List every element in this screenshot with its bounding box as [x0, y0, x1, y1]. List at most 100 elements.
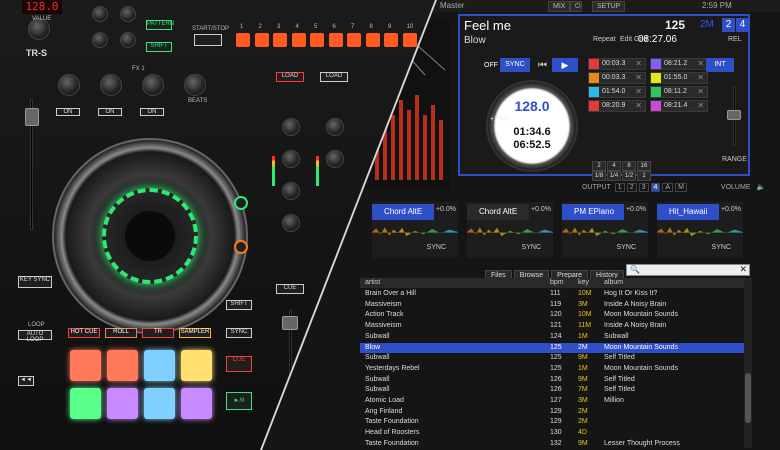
hot-cue-2[interactable]: 08:21.2 ✕ — [650, 58, 708, 70]
output-ch-2[interactable]: 2 — [626, 183, 637, 192]
performance-pad-7[interactable] — [144, 388, 175, 419]
hot-cue-6[interactable]: 08:11.2 ✕ — [650, 86, 708, 98]
tr-knob-3[interactable] — [92, 32, 108, 48]
virtual-platter[interactable]: 128.0 +2.4% 01:34.6 06:52.5 — [486, 80, 578, 172]
output-ch-a[interactable]: A — [662, 183, 674, 192]
cue-6-delete-icon[interactable]: ✕ — [697, 87, 704, 96]
scrollbar-thumb[interactable] — [745, 373, 751, 423]
mix-button[interactable]: MIX — [548, 1, 571, 12]
cue-4-delete-icon[interactable]: ✕ — [697, 73, 704, 82]
step-button-10[interactable] — [402, 33, 417, 47]
step-button-8[interactable] — [365, 33, 380, 47]
step-button-4[interactable] — [291, 33, 306, 47]
step-button-9[interactable] — [384, 33, 398, 47]
cue-button[interactable]: CUE — [226, 356, 252, 372]
table-row[interactable]: Subwall 126 7M Self Titled — [360, 385, 744, 395]
cue-3-delete-icon[interactable]: ✕ — [635, 73, 642, 82]
range-button[interactable]: RANGE — [722, 156, 747, 163]
output-ch-1[interactable]: 1 — [614, 183, 625, 192]
auto-loop-button[interactable]: AUTO LOOP — [18, 330, 52, 343]
fx-knob-1[interactable] — [58, 74, 80, 96]
performance-pad-4[interactable] — [181, 350, 212, 381]
power-icon[interactable]: ⏻ — [570, 1, 582, 12]
performance-pad-1[interactable] — [70, 350, 101, 381]
deck-3-button[interactable] — [234, 240, 248, 254]
fx-beats-knob[interactable] — [184, 74, 206, 96]
sampler-slot-4[interactable]: Hit_Hawaii +0.0% SYNC — [657, 202, 743, 258]
table-row[interactable]: Head of Roosters 130 4D — [360, 428, 744, 438]
table-row[interactable]: Yesterdays Rebel 125 1M Moon Mountain Sound… — [360, 364, 744, 374]
sampler-2-sync[interactable]: SYNC — [522, 244, 541, 251]
setup-button[interactable]: SETUP — [592, 1, 626, 12]
output-ch-4[interactable]: 4 — [650, 183, 661, 192]
hot-cue-4[interactable]: 01:55.0 ✕ — [650, 72, 708, 84]
fx-on-2[interactable]: ON — [98, 108, 122, 116]
sampler-slot-2[interactable]: Chord AltE +0.0% SYNC — [467, 202, 553, 258]
step-button-6[interactable] — [328, 33, 343, 47]
loop-1-2[interactable]: 1/2 — [622, 171, 636, 181]
table-row[interactable]: Massiveism 121 11M Inside A Noisy Brain — [360, 321, 744, 331]
col-artist[interactable]: artist — [365, 279, 380, 286]
mixer-knob-4[interactable] — [326, 150, 344, 168]
sampler-mode-button[interactable]: SAMPLER — [179, 328, 211, 338]
table-row[interactable]: Subwall 126 9M Self Titled — [360, 375, 744, 385]
table-row[interactable]: Action Track 120 10M Moon Mountain Sounds — [360, 310, 744, 320]
table-scrollbar[interactable] — [744, 278, 752, 448]
sampler-2-name[interactable]: Chord AltE — [467, 204, 529, 220]
prev-icon[interactable]: ⏮ — [538, 60, 547, 71]
rel-mode-button[interactable]: REL — [728, 36, 742, 43]
hot-cue-mode-button[interactable]: HOT CUE — [68, 328, 100, 338]
table-row[interactable]: Ang Finland 129 2M — [360, 407, 744, 417]
table-row[interactable]: Blow 125 2M Moon Mountain Sounds — [360, 342, 744, 353]
fx-knob-2[interactable] — [100, 74, 122, 96]
mixer-knob-6[interactable] — [282, 214, 300, 232]
step-button-1[interactable] — [236, 33, 250, 47]
deck-4-button[interactable]: 4 — [736, 18, 749, 32]
speaker-icon[interactable]: 🔈 — [754, 183, 767, 191]
tr-knob-4[interactable] — [120, 32, 136, 48]
pattern-button[interactable]: PATTERN — [146, 20, 174, 30]
mixer-knob-3[interactable] — [282, 150, 300, 168]
table-row[interactable]: Taste Foundation 132 9M Lesser Thought Proc… — [360, 439, 744, 449]
hot-cue-1[interactable]: 00:03.3 ✕ — [588, 58, 646, 70]
tr-shift-button[interactable]: SHIFT — [146, 42, 172, 52]
cue-2-delete-icon[interactable]: ✕ — [697, 59, 704, 68]
performance-pad-3[interactable] — [144, 350, 175, 381]
performance-pad-5[interactable] — [70, 388, 101, 419]
channel-fader-cap[interactable] — [282, 316, 298, 330]
step-button-2[interactable] — [254, 33, 269, 47]
mixer-knob-1[interactable] — [282, 118, 300, 136]
clear-search-icon[interactable]: ✕ — [739, 264, 747, 275]
mixer-knob-2[interactable] — [326, 118, 344, 136]
table-row[interactable]: Taste Foundation 129 2M — [360, 417, 744, 427]
performance-pad-2[interactable] — [107, 350, 138, 381]
sampler-1-name[interactable]: Chord AltE — [372, 204, 434, 220]
cue-7-delete-icon[interactable]: ✕ — [635, 101, 642, 110]
deck-sync-button[interactable]: SYNC — [500, 58, 530, 72]
loop-1-4[interactable]: 1/4 — [607, 171, 621, 181]
repeat-button[interactable]: Repeat — [593, 36, 616, 43]
roll-mode-button[interactable]: ROLL — [105, 328, 137, 338]
play-icon[interactable]: ▶ — [552, 58, 578, 72]
sampler-4-name[interactable]: Hit_Hawaii — [657, 204, 719, 220]
shift-button[interactable]: SHIFT — [226, 300, 252, 310]
step-button-5[interactable] — [310, 33, 324, 47]
tempo-fader-cap[interactable] — [25, 108, 39, 126]
mixer-knob-5[interactable] — [282, 182, 300, 200]
deck-1-button[interactable] — [234, 196, 248, 210]
off-button[interactable]: OFF — [484, 62, 498, 69]
table-row[interactable]: Brain Over a Hill 111 10M Hog It Or Kiss It… — [360, 289, 744, 299]
sampler-3-sync[interactable]: SYNC — [617, 244, 636, 251]
tr-knob-1[interactable] — [92, 6, 108, 22]
loop-1-8[interactable]: 1/8 — [592, 171, 606, 181]
col-album[interactable]: album — [604, 279, 623, 286]
sampler-4-sync[interactable]: SYNC — [712, 244, 731, 251]
sampler-slot-1[interactable]: Chord AltE +0.0% SYNC — [372, 202, 458, 258]
play-pause-button[interactable]: ►/II — [226, 392, 252, 410]
load-button-right[interactable]: LOAD — [320, 72, 348, 82]
start-stop-button[interactable] — [194, 34, 222, 46]
hot-cue-7[interactable]: 08:20.9 ✕ — [588, 100, 646, 112]
tr-mode-button[interactable]: TR — [142, 328, 174, 338]
loop-1[interactable]: 1 — [637, 171, 651, 181]
fx-on-3[interactable]: ON — [140, 108, 164, 116]
